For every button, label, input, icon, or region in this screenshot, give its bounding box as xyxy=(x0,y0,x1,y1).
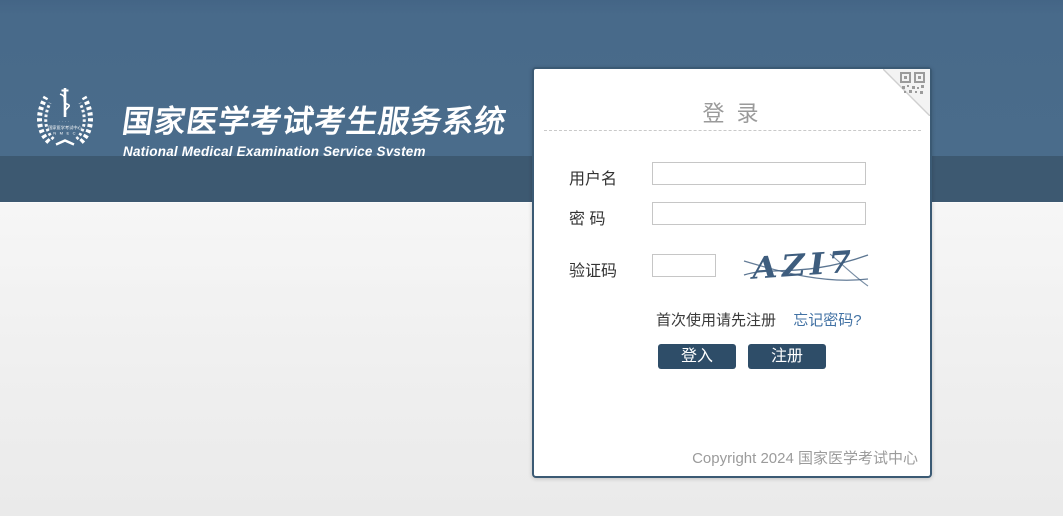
brand: ···· 国家医学考试中心 N M E C 国家医学考试考生服务系统 Natio… xyxy=(33,86,507,159)
captcha-label: 验证码 xyxy=(569,257,617,281)
username-input[interactable] xyxy=(652,162,866,185)
captcha-image[interactable]: AZI7 xyxy=(742,242,870,290)
password-label: 密 码 xyxy=(569,205,605,229)
site-title: 国家医学考试考生服务系统 xyxy=(120,96,510,141)
username-label: 用户名 xyxy=(569,165,617,189)
password-input[interactable] xyxy=(652,202,866,225)
forgot-password-link[interactable]: 忘记密码? xyxy=(793,312,861,329)
captcha-input[interactable] xyxy=(652,254,716,277)
nmec-emblem-logo: ···· 国家医学考试中心 N M E C xyxy=(33,86,97,148)
emblem-dots: ···· xyxy=(59,120,72,124)
register-button[interactable]: 注册 xyxy=(748,344,826,369)
title-separator xyxy=(544,130,921,131)
captcha-text: AZI7 xyxy=(748,245,857,287)
login-button[interactable]: 登入 xyxy=(658,344,736,369)
title-block: 国家医学考试考生服务系统 National Medical Examinatio… xyxy=(123,86,507,159)
emblem-abbr: N M E C xyxy=(53,131,77,136)
login-title: 登 录 xyxy=(534,96,930,128)
links-row: 首次使用请先注册 忘记密码? xyxy=(656,309,862,330)
register-hint-link[interactable]: 首次使用请先注册 xyxy=(656,312,776,329)
copyright-text: Copyright 2024 国家医学考试中心 xyxy=(692,447,918,468)
login-panel: 登 录 用户名 密 码 验证码 AZI7 首次使用请先注册 忘记密码? 登入 注… xyxy=(532,67,932,478)
